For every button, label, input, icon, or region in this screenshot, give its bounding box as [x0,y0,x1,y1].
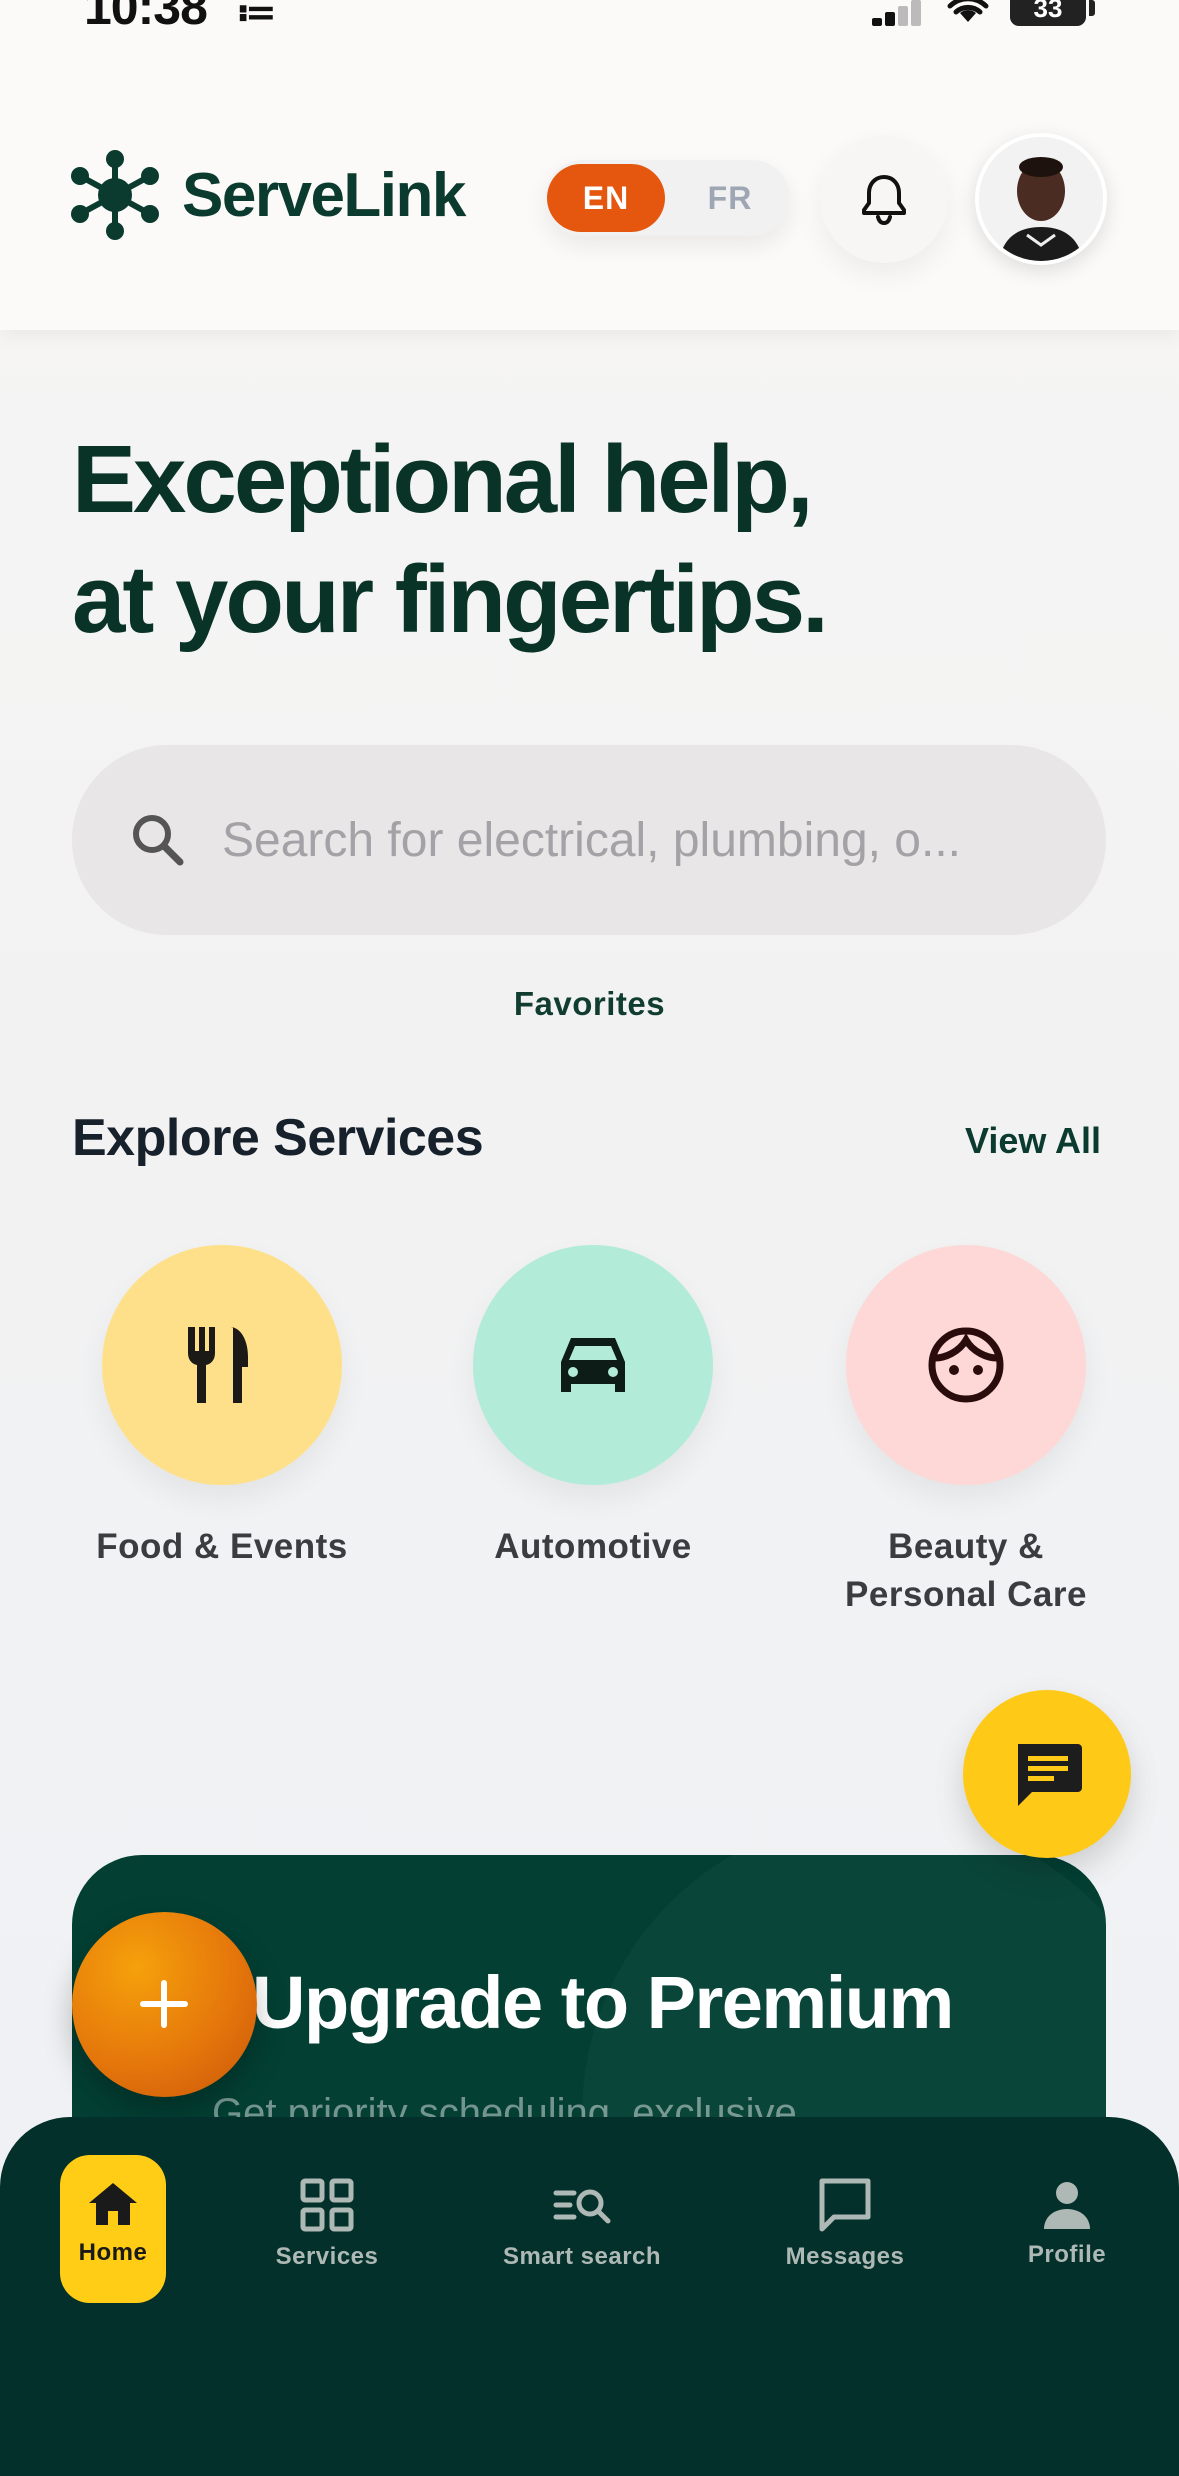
service-beauty-personal-care[interactable]: Beauty & Personal Care [796,1245,1136,1619]
smart-search-icon [553,2189,611,2224]
search-input[interactable] [222,795,1082,885]
home-icon [89,2183,137,2225]
lang-en-option[interactable]: EN [547,164,665,232]
cellular-signal-icon [872,0,921,26]
service-label-line1: Beauty & [888,1527,1044,1566]
chat-button[interactable] [963,1690,1131,1858]
nav-item-messages[interactable]: Messages [775,2157,915,2271]
service-label: Automotive [423,1523,763,1571]
chat-icon [1018,1744,1082,1806]
service-label: Beauty & Personal Care [796,1523,1136,1619]
nav-label: Home [78,2239,148,2266]
explore-services-title: Explore Services [72,1109,484,1167]
hero-title: Exceptional help, at your fingertips. [72,420,829,660]
user-avatar[interactable] [975,133,1107,265]
status-bar: 10:38 ≔ 33 [0,0,1179,60]
brand-name: ServeLink [182,161,466,230]
message-icon [819,2178,871,2232]
face-icon [928,1327,1004,1403]
avatar-photo-icon [979,137,1103,261]
service-label-line1: Food & Events [96,1527,348,1566]
service-icon-circle [846,1245,1086,1485]
favorites-link[interactable]: Favorites [0,985,1179,1023]
view-all-link[interactable]: View All [965,1120,1101,1162]
hero-title-line1: Exceptional help, [72,426,814,533]
nav-label: Services [275,2243,379,2270]
nav-label: Profile [1027,2241,1107,2268]
wifi-icon [947,0,989,22]
add-button[interactable] [72,1912,257,2097]
plus-icon [140,1980,188,2028]
nav-item-smart-search[interactable]: Smart search [487,2157,677,2271]
grid-icon [300,2178,354,2232]
servelink-logo-icon [71,150,159,240]
car-icon [561,1338,625,1392]
hero-title-line2: at your fingertips. [72,546,829,653]
utensils-icon [188,1327,248,1403]
nav-item-home[interactable]: Home [60,2155,166,2303]
service-label: Food & Events [52,1523,392,1571]
premium-title: Upgrade to Premium [252,1961,954,2044]
language-toggle[interactable]: EN FR [545,160,790,236]
bottom-navigation: Home Services Smart search Messages Prof… [0,2117,1179,2476]
service-label-line1: Automotive [494,1527,692,1566]
battery-indicator: 33 [1010,0,1095,26]
notifications-button[interactable] [820,135,948,263]
service-label-line2: Personal Care [845,1575,1087,1614]
bell-icon [862,175,906,225]
person-icon [1044,2182,1090,2229]
status-time: 10:38 [84,0,208,35]
search-icon [133,815,184,866]
service-food-events[interactable]: Food & Events [52,1245,392,1571]
nav-label: Messages [785,2243,905,2270]
service-icon-circle [473,1245,713,1485]
service-icon-circle [102,1245,342,1485]
lang-fr-option[interactable]: FR [685,164,775,232]
service-automotive[interactable]: Automotive [423,1245,763,1571]
nav-item-services[interactable]: Services [262,2157,392,2271]
nav-label: Smart search [502,2243,662,2270]
focus-mode-icon: ≔ [236,0,277,34]
nav-item-profile[interactable]: Profile [1017,2157,1117,2269]
search-bar[interactable] [72,745,1106,935]
